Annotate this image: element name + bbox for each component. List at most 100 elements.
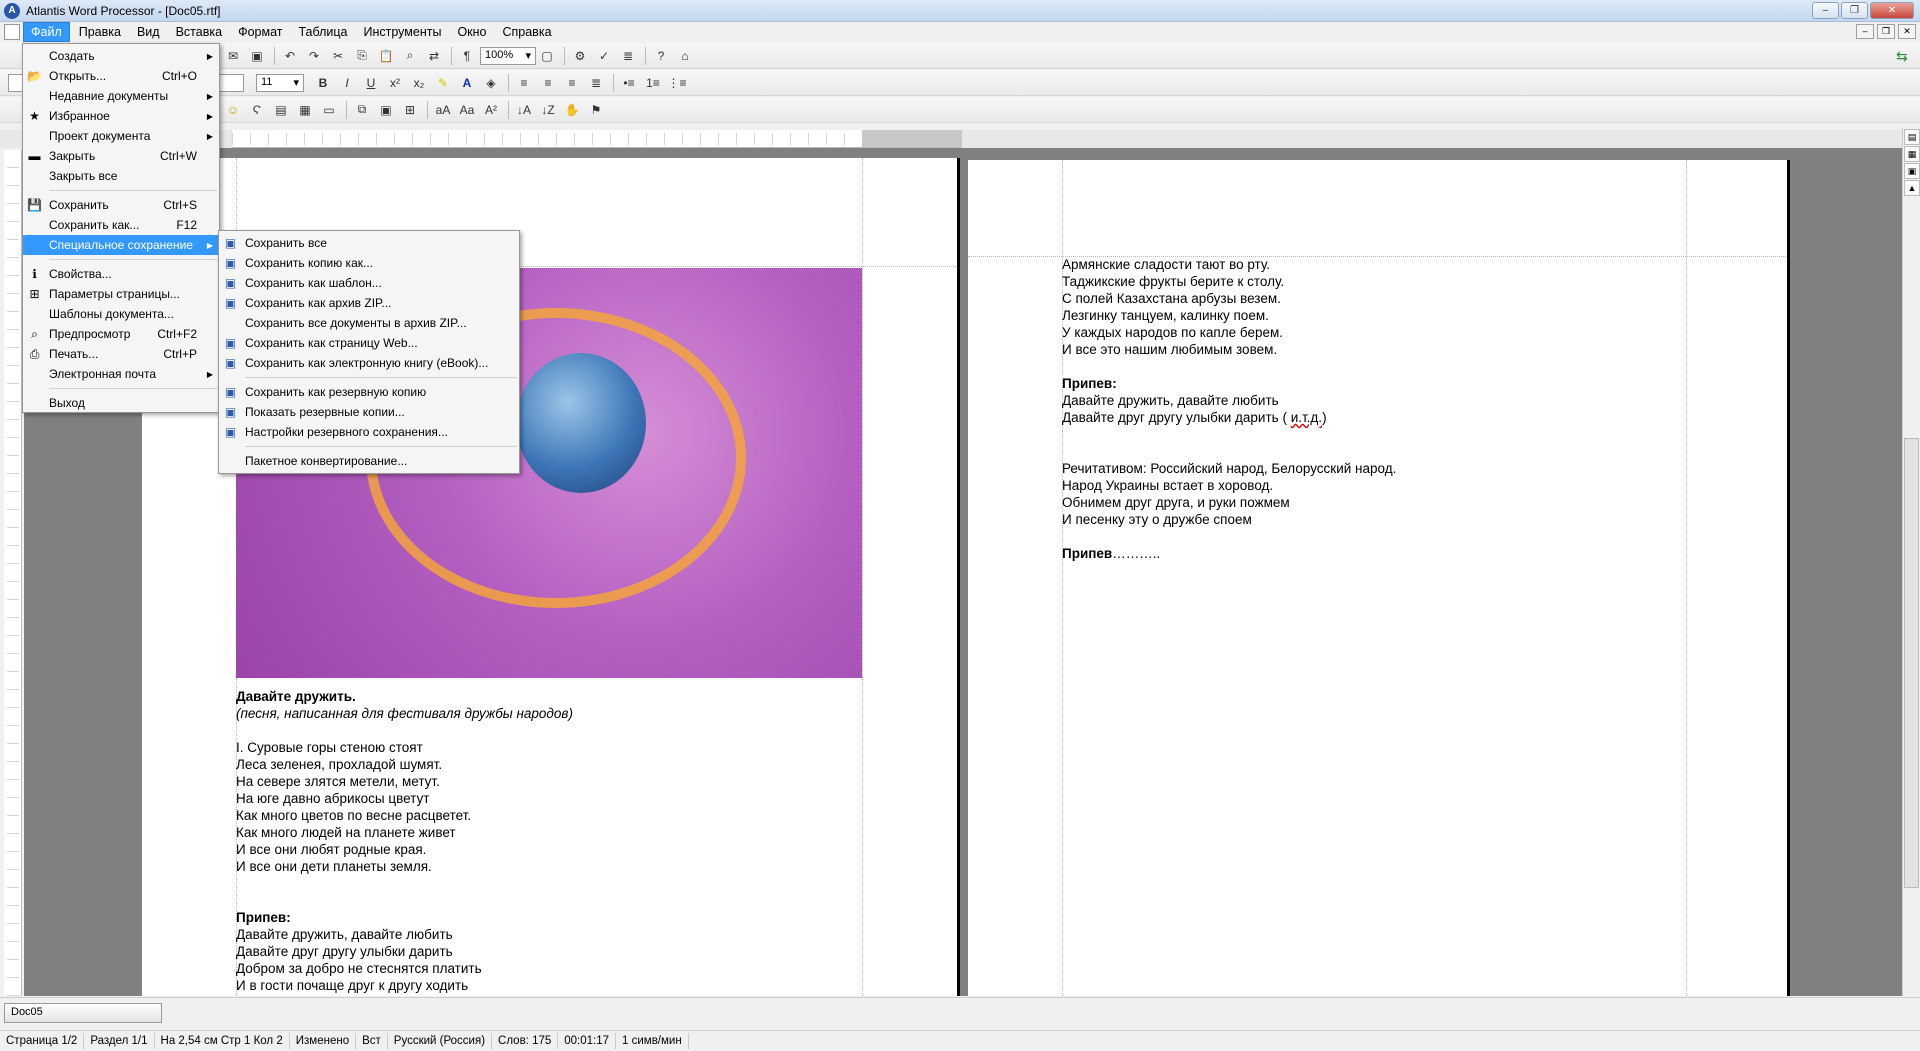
- file-menu-item[interactable]: ℹ Свойства...: [23, 264, 219, 284]
- menu-window[interactable]: Окно: [450, 23, 493, 41]
- close-button[interactable]: ✕: [1870, 2, 1914, 19]
- minimize-button[interactable]: –: [1812, 2, 1839, 19]
- file-menu-item[interactable]: ⊞ Параметры страницы...: [23, 284, 219, 304]
- copy-icon[interactable]: ⎘: [351, 46, 373, 66]
- file-menu-item[interactable]: Электронная почта ▶: [23, 364, 219, 384]
- find-icon[interactable]: ⌕: [399, 46, 421, 66]
- maximize-button[interactable]: ❐: [1841, 2, 1868, 19]
- font-size-select[interactable]: 11 ▾: [256, 74, 304, 92]
- font-color-icon[interactable]: A: [456, 73, 478, 93]
- special-save-item[interactable]: ▣ Сохранить как страницу Web...: [219, 333, 519, 353]
- special-save-item[interactable]: ▣ Настройки резервного сохранения...: [219, 422, 519, 442]
- undo-icon[interactable]: ↶: [279, 46, 301, 66]
- special-save-item[interactable]: ▣ Сохранить как архив ZIP...: [219, 293, 519, 313]
- menu-format[interactable]: Формат: [231, 23, 289, 41]
- change-case-icon[interactable]: A²: [480, 100, 502, 120]
- frame-icon[interactable]: ⊞: [399, 100, 421, 120]
- menu-help[interactable]: Справка: [495, 23, 558, 41]
- bookmark-icon[interactable]: ⚑: [585, 100, 607, 120]
- file-menu-item[interactable]: Выход: [23, 393, 219, 413]
- redo-icon[interactable]: ↷: [303, 46, 325, 66]
- align-right-icon[interactable]: ≡: [561, 73, 583, 93]
- paragraph-color-icon[interactable]: ◈: [480, 73, 502, 93]
- superscript-icon[interactable]: x²: [384, 73, 406, 93]
- zoom-select[interactable]: 100% ▾: [480, 46, 536, 65]
- doc-tab-doc05[interactable]: Doc05: [4, 1003, 162, 1023]
- page1-text[interactable]: Давайте дружить. (песня, написанная для …: [236, 688, 573, 994]
- styles-icon[interactable]: ▣: [375, 100, 397, 120]
- file-menu-item[interactable]: ⌕ Предпросмотр Ctrl+F2: [23, 324, 219, 344]
- menu-edit[interactable]: Правка: [72, 23, 128, 41]
- file-menu-item[interactable]: ▬ Закрыть Ctrl+W: [23, 146, 219, 166]
- file-menu-item[interactable]: 💾 Сохранить Ctrl+S: [23, 195, 219, 215]
- menu-view[interactable]: Вид: [130, 23, 167, 41]
- special-save-item[interactable]: Сохранить все документы в архив ZIP...: [219, 313, 519, 333]
- vertical-scrollbar[interactable]: ▤ ▦ ▣ ▲: [1902, 128, 1920, 996]
- help-icon[interactable]: ?: [650, 46, 672, 66]
- file-menu-item[interactable]: Проект документа ▶: [23, 126, 219, 146]
- special-save-item[interactable]: Пакетное конвертирование...: [219, 451, 519, 471]
- pilcrow-icon[interactable]: ¶: [456, 46, 478, 66]
- file-menu-item[interactable]: Шаблоны документа...: [23, 304, 219, 324]
- file-menu-item[interactable]: ★ Избранное ▶: [23, 106, 219, 126]
- file-menu-item[interactable]: Недавние документы ▶: [23, 86, 219, 106]
- sort-desc-icon[interactable]: ↓Z: [537, 100, 559, 120]
- subscript-icon[interactable]: x₂: [408, 73, 430, 93]
- file-menu-item[interactable]: Сохранить как... F12: [23, 215, 219, 235]
- menu-file[interactable]: Файл: [23, 22, 70, 42]
- italic-button[interactable]: I: [336, 73, 358, 93]
- align-center-icon[interactable]: ≡: [537, 73, 559, 93]
- print-preview-icon[interactable]: ▣: [246, 46, 268, 66]
- file-menu-item[interactable]: Специальное сохранение ▶: [23, 235, 219, 255]
- doc-restore-button[interactable]: ❐: [1877, 24, 1895, 39]
- home-icon[interactable]: ⌂: [674, 46, 696, 66]
- sort-asc-icon[interactable]: ↓A: [513, 100, 535, 120]
- symbol-icon[interactable]: Ϛ: [246, 100, 268, 120]
- menu-insert[interactable]: Вставка: [169, 23, 229, 41]
- spellcheck-icon[interactable]: ✓: [593, 46, 615, 66]
- doc-minimize-button[interactable]: –: [1856, 24, 1874, 39]
- special-save-item[interactable]: ▣ Показать резервные копии...: [219, 402, 519, 422]
- menu-table[interactable]: Таблица: [291, 23, 354, 41]
- fullscreen-icon[interactable]: ▢: [536, 46, 558, 66]
- bullets-icon[interactable]: •≡: [618, 73, 640, 93]
- doc-close-button[interactable]: ✕: [1898, 24, 1916, 39]
- spelling-error[interactable]: и.т.д.: [1291, 410, 1322, 425]
- app-icon[interactable]: A: [4, 2, 20, 19]
- highlight-icon[interactable]: ✎: [432, 73, 454, 93]
- scroll-up-icon[interactable]: ▲: [1904, 180, 1920, 196]
- insert-table-icon[interactable]: ▦: [294, 100, 316, 120]
- smiley-icon[interactable]: ☺: [222, 100, 244, 120]
- file-menu-item[interactable]: Закрыть все: [23, 166, 219, 186]
- replace-icon[interactable]: ⇄: [423, 46, 445, 66]
- page-view-icon[interactable]: ▤: [1904, 129, 1920, 145]
- menu-tools[interactable]: Инструменты: [356, 23, 448, 41]
- document-page-2[interactable]: Армянские сладости тают во рту. Таджикск…: [968, 160, 1790, 996]
- options-icon[interactable]: ⚙: [569, 46, 591, 66]
- insert-picture-icon[interactable]: ▤: [270, 100, 292, 120]
- bold-button[interactable]: B: [312, 73, 334, 93]
- font-smaller-icon[interactable]: Aa: [456, 100, 478, 120]
- hand-tool-icon[interactable]: ✋: [561, 100, 583, 120]
- file-menu-item[interactable]: ⎙ Печать... Ctrl+P: [23, 344, 219, 364]
- outline-icon[interactable]: ⋮≡: [666, 73, 688, 93]
- horizontal-ruler[interactable]: [232, 130, 962, 148]
- textbox-icon[interactable]: ▭: [318, 100, 340, 120]
- page2-text[interactable]: Армянские сладости тают во рту. Таджикск…: [1062, 256, 1396, 562]
- draft-view-icon[interactable]: ▣: [1904, 163, 1920, 179]
- align-left-icon[interactable]: ≡: [513, 73, 535, 93]
- align-justify-icon[interactable]: ≣: [585, 73, 607, 93]
- file-menu-item[interactable]: Создать ▶: [23, 46, 219, 66]
- file-menu-item[interactable]: 📂 Открыть... Ctrl+O: [23, 66, 219, 86]
- special-save-item[interactable]: ▣ Сохранить как шаблон...: [219, 273, 519, 293]
- special-save-item[interactable]: ▣ Сохранить как электронную книгу (eBook)…: [219, 353, 519, 373]
- cut-icon[interactable]: ✂: [327, 46, 349, 66]
- document-icon[interactable]: [4, 24, 20, 40]
- web-view-icon[interactable]: ▦: [1904, 146, 1920, 162]
- word-count-icon[interactable]: ≣: [617, 46, 639, 66]
- special-save-item[interactable]: ▣ Сохранить все: [219, 233, 519, 253]
- numbering-icon[interactable]: 1≡: [642, 73, 664, 93]
- vertical-ruler[interactable]: [4, 150, 22, 996]
- font-larger-icon[interactable]: aA: [432, 100, 454, 120]
- status-insert-mode[interactable]: Вст: [356, 1033, 388, 1049]
